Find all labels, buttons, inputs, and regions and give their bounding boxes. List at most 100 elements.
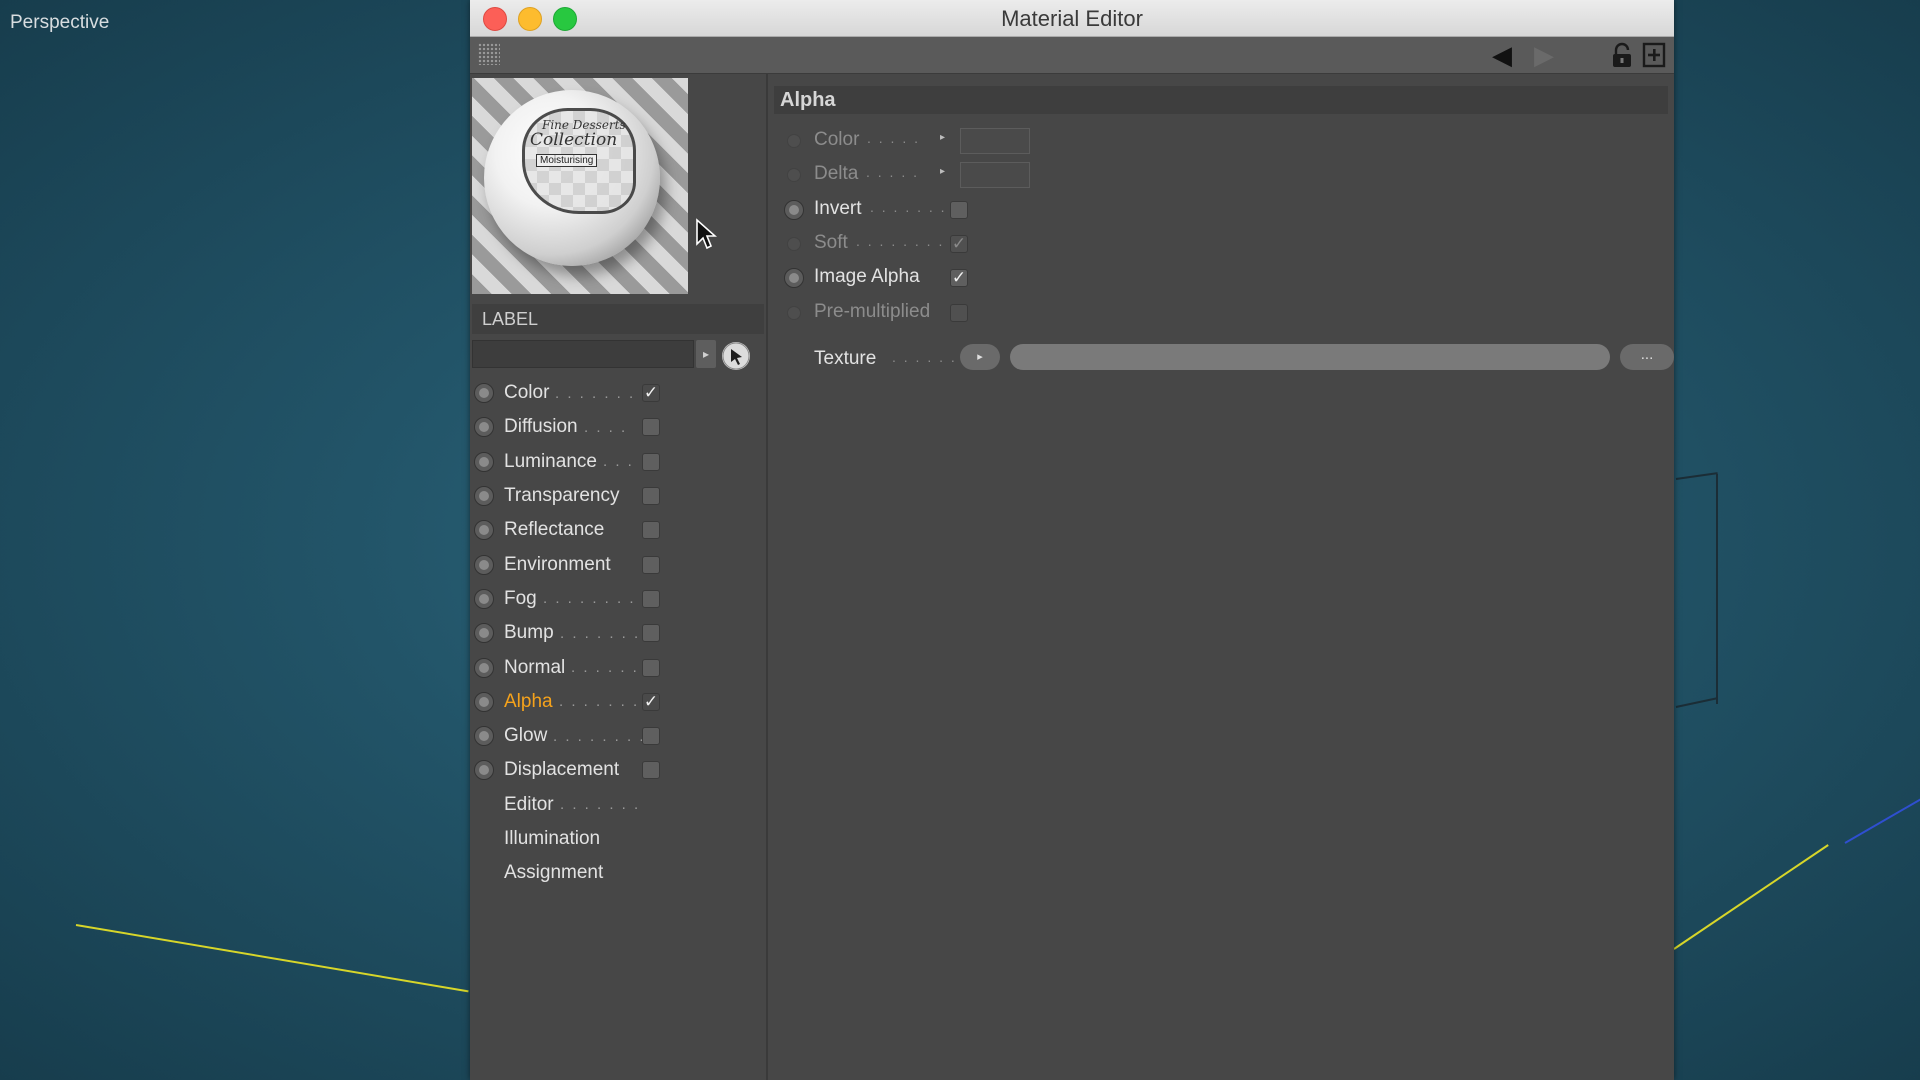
label-header: LABEL: [472, 304, 764, 334]
channel-radio-icon[interactable]: [474, 417, 494, 438]
channel-checkbox[interactable]: [642, 555, 660, 574]
channel-item-diffusion[interactable]: Diffusion . . . .: [470, 410, 766, 444]
channel-item-editor[interactable]: Editor . . . . . . .: [470, 788, 766, 822]
channel-checkbox[interactable]: [642, 727, 660, 746]
pick-object-icon[interactable]: [722, 342, 750, 370]
grip-icon[interactable]: [478, 43, 500, 65]
texture-browse-button[interactable]: ...: [1620, 344, 1674, 370]
channel-item-glow[interactable]: Glow . . . . . . . .: [470, 719, 766, 753]
prop-checkbox[interactable]: ✓: [950, 234, 968, 253]
channel-radio-icon[interactable]: [474, 657, 494, 678]
channel-checkbox[interactable]: [642, 761, 660, 780]
prop-checkbox[interactable]: [950, 303, 968, 322]
arrow-left-icon[interactable]: ◀: [1492, 42, 1512, 68]
mouse-cursor-icon: [696, 218, 717, 250]
new-window-icon[interactable]: [1642, 42, 1666, 68]
channel-radio-icon[interactable]: [474, 520, 494, 541]
channel-dots: . . . . . . .: [560, 796, 641, 814]
channel-item-normal[interactable]: Normal . . . . . .: [470, 650, 766, 684]
label-dropdown-arrow[interactable]: ▸: [696, 340, 716, 368]
channel-radio-icon[interactable]: [474, 691, 494, 712]
channel-radio-icon[interactable]: [474, 554, 494, 575]
channel-radio-icon[interactable]: [474, 726, 494, 747]
prop-label: Color: [814, 129, 860, 150]
toolbar: ◀ ▶: [470, 37, 1674, 74]
prop-radio-icon[interactable]: [787, 236, 801, 251]
window-title: Material Editor: [1001, 6, 1143, 31]
channel-label: Fog: [504, 587, 537, 609]
channel-item-assignment[interactable]: Assignment: [470, 856, 766, 890]
channel-item-luminance[interactable]: Luminance . . .: [470, 445, 766, 479]
label-input[interactable]: [472, 340, 694, 368]
channel-radio-icon[interactable]: [474, 623, 494, 644]
prop-label: Delta: [814, 163, 859, 185]
channel-item-alpha[interactable]: Alpha . . . . . . . ✓: [470, 685, 766, 719]
prop-dots: . . . . . . . .: [856, 232, 945, 249]
material-preview[interactable]: Fine Desserts Collection Moisturising: [472, 78, 688, 294]
prop-checkbox[interactable]: ✓: [950, 269, 968, 288]
expand-arrow-icon[interactable]: ▸: [940, 166, 945, 177]
channel-radio-icon[interactable]: [474, 486, 494, 507]
channel-checkbox[interactable]: [642, 624, 660, 643]
channel-label: Bump: [504, 622, 554, 644]
expand-arrow-icon[interactable]: ▸: [940, 132, 945, 143]
viewport-label: Perspective: [10, 12, 110, 33]
channel-checkbox[interactable]: [642, 418, 660, 437]
channel-label: Transparency: [504, 485, 620, 507]
prop-dots: . . . . .: [867, 130, 921, 146]
channel-radio-icon[interactable]: [474, 451, 494, 472]
channel-item-reflectance[interactable]: Reflectance: [470, 513, 766, 547]
channel-radio-icon[interactable]: [474, 383, 494, 404]
channel-checkbox[interactable]: [642, 589, 660, 608]
prop-radio-icon[interactable]: [787, 134, 801, 148]
prop-radio-icon[interactable]: [784, 199, 804, 220]
preview-text-line2: Collection: [530, 130, 618, 150]
texture-field[interactable]: [1010, 344, 1610, 370]
channel-label: Alpha: [504, 690, 553, 712]
channel-item-environment[interactable]: Environment: [470, 547, 766, 581]
prop-radio-icon[interactable]: [787, 305, 801, 320]
channel-item-transparency[interactable]: Transparency: [470, 479, 766, 513]
texture-play-button[interactable]: ▸: [960, 344, 1000, 370]
channel-item-bump[interactable]: Bump . . . . . . .: [470, 616, 766, 650]
prop-label: Image Alpha: [814, 266, 920, 288]
channel-checkbox[interactable]: [642, 521, 660, 540]
prop-checkbox[interactable]: [950, 200, 968, 219]
channel-checkbox[interactable]: [642, 658, 660, 677]
lock-icon[interactable]: [1610, 42, 1634, 68]
prop-invert: Invert . . . . . . .: [774, 195, 1374, 225]
channel-dots: . . . . . . .: [559, 693, 640, 711]
channel-checkbox[interactable]: [642, 452, 660, 471]
channel-label: Illumination: [504, 828, 601, 849]
channel-checkbox[interactable]: ✓: [642, 384, 660, 403]
alpha-settings-panel: Alpha Color . . . . . ▸ Delta . . . . . ▸ Inve…: [768, 74, 1674, 1080]
prop-value-field[interactable]: [960, 162, 1030, 189]
title-bar[interactable]: Material Editor: [470, 0, 1674, 37]
channel-label: Glow: [504, 725, 548, 747]
prop-radio-icon[interactable]: [784, 268, 804, 289]
prop-label: Soft: [814, 231, 848, 253]
channel-label: Editor: [504, 793, 554, 815]
section-header: Alpha: [774, 86, 1668, 114]
channel-dots: . . .: [603, 453, 634, 471]
channel-label: Reflectance: [504, 519, 605, 541]
channel-radio-icon[interactable]: [474, 760, 494, 781]
prop-radio-icon[interactable]: [787, 168, 801, 183]
prop-value-field[interactable]: [960, 128, 1030, 154]
channel-label: Normal: [504, 656, 566, 678]
channel-item-displacement[interactable]: Displacement: [470, 753, 766, 787]
channel-item-illumination[interactable]: Illumination: [470, 822, 766, 856]
channel-checkbox[interactable]: [642, 487, 660, 506]
channel-list: Color. . . . . . . ✓ Diffusion. . . . Lumin…: [470, 376, 766, 890]
channel-dots: . . . . . . .: [560, 624, 641, 642]
arrow-right-icon[interactable]: ▶: [1534, 42, 1554, 68]
channel-checkbox[interactable]: ✓: [642, 692, 660, 711]
viewport-edge-a: [1716, 474, 1718, 704]
channel-radio-icon[interactable]: [474, 588, 494, 609]
channel-item-color[interactable]: Color . . . . . . . ✓: [470, 376, 766, 410]
material-preview-sphere: Fine Desserts Collection Moisturising: [484, 90, 660, 266]
channel-label: Displacement: [504, 759, 620, 781]
channel-item-fog[interactable]: Fog . . . . . . . . .: [470, 582, 766, 616]
channel-label: Luminance: [504, 450, 597, 472]
channel-label: Environment: [504, 553, 611, 575]
